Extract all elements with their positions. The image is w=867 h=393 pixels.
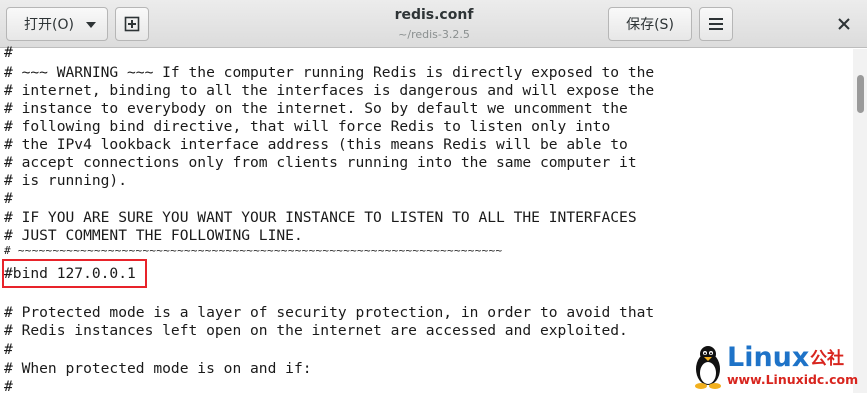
chevron-down-icon [86, 22, 96, 28]
editor-line: # [4, 44, 13, 61]
open-button[interactable]: 打开(O) [6, 7, 108, 41]
close-icon [838, 18, 850, 30]
editor-line: # accept connections only from clients r… [4, 154, 637, 171]
watermark-brand-cn: 公社 [810, 349, 844, 369]
editor-line: # When protected mode is on and if: [4, 360, 312, 377]
editor-line: # IF YOU ARE SURE YOU WANT YOUR INSTANCE… [4, 209, 637, 226]
editor-line: # internet, binding to all the interface… [4, 82, 655, 99]
watermark-logo: Linux 公社 www.Linuxidc.com [692, 343, 862, 391]
new-document-button[interactable] [115, 7, 149, 41]
menu-button[interactable] [699, 7, 733, 41]
editor-line: # [4, 190, 13, 207]
watermark-brand: Linux [727, 342, 810, 373]
editor-line: # [4, 341, 13, 358]
editor-line: # Redis instances left open on the inter… [4, 322, 628, 339]
editor-line: # [4, 378, 13, 393]
editor-line: # Protected mode is a layer of security … [4, 304, 655, 321]
text-editor[interactable]: # # ~~~ WARNING ~~~ If the computer runn… [0, 44, 853, 393]
close-button[interactable] [827, 7, 861, 41]
window-subtitle: ~/redis-3.2.5 [398, 28, 470, 41]
window-title: redis.conf [394, 7, 474, 23]
editor-line: # the IPv4 lookback interface address (t… [4, 136, 628, 153]
save-button-label: 保存(S) [626, 17, 674, 33]
editor-line: # ~~~ WARNING ~~~ If the computer runnin… [4, 64, 655, 81]
header-bar: 打开(O) redis.conf ~/redis-3.2.5 保存(S) [0, 0, 867, 48]
window-title-area: redis.conf ~/redis-3.2.5 [330, 6, 538, 43]
editor-line: # instance to everybody on the internet.… [4, 100, 628, 117]
scrollbar-thumb[interactable] [857, 75, 864, 113]
open-button-label: 打开(O) [24, 17, 74, 33]
watermark-url: www.Linuxidc.com [727, 372, 859, 387]
new-document-icon [124, 16, 140, 32]
vertical-scrollbar[interactable] [853, 49, 867, 393]
save-button[interactable]: 保存(S) [608, 7, 692, 41]
tux-penguin-icon [695, 346, 721, 389]
editor-line: # is running). [4, 172, 128, 189]
bind-line-highlight [2, 259, 147, 288]
editor-line: # following bind directive, that will fo… [4, 118, 611, 135]
hamburger-menu-icon [709, 18, 723, 30]
editor-line: # ~~~~~~~~~~~~~~~~~~~~~~~~~~~~~~~~~~~~~~… [4, 244, 503, 257]
